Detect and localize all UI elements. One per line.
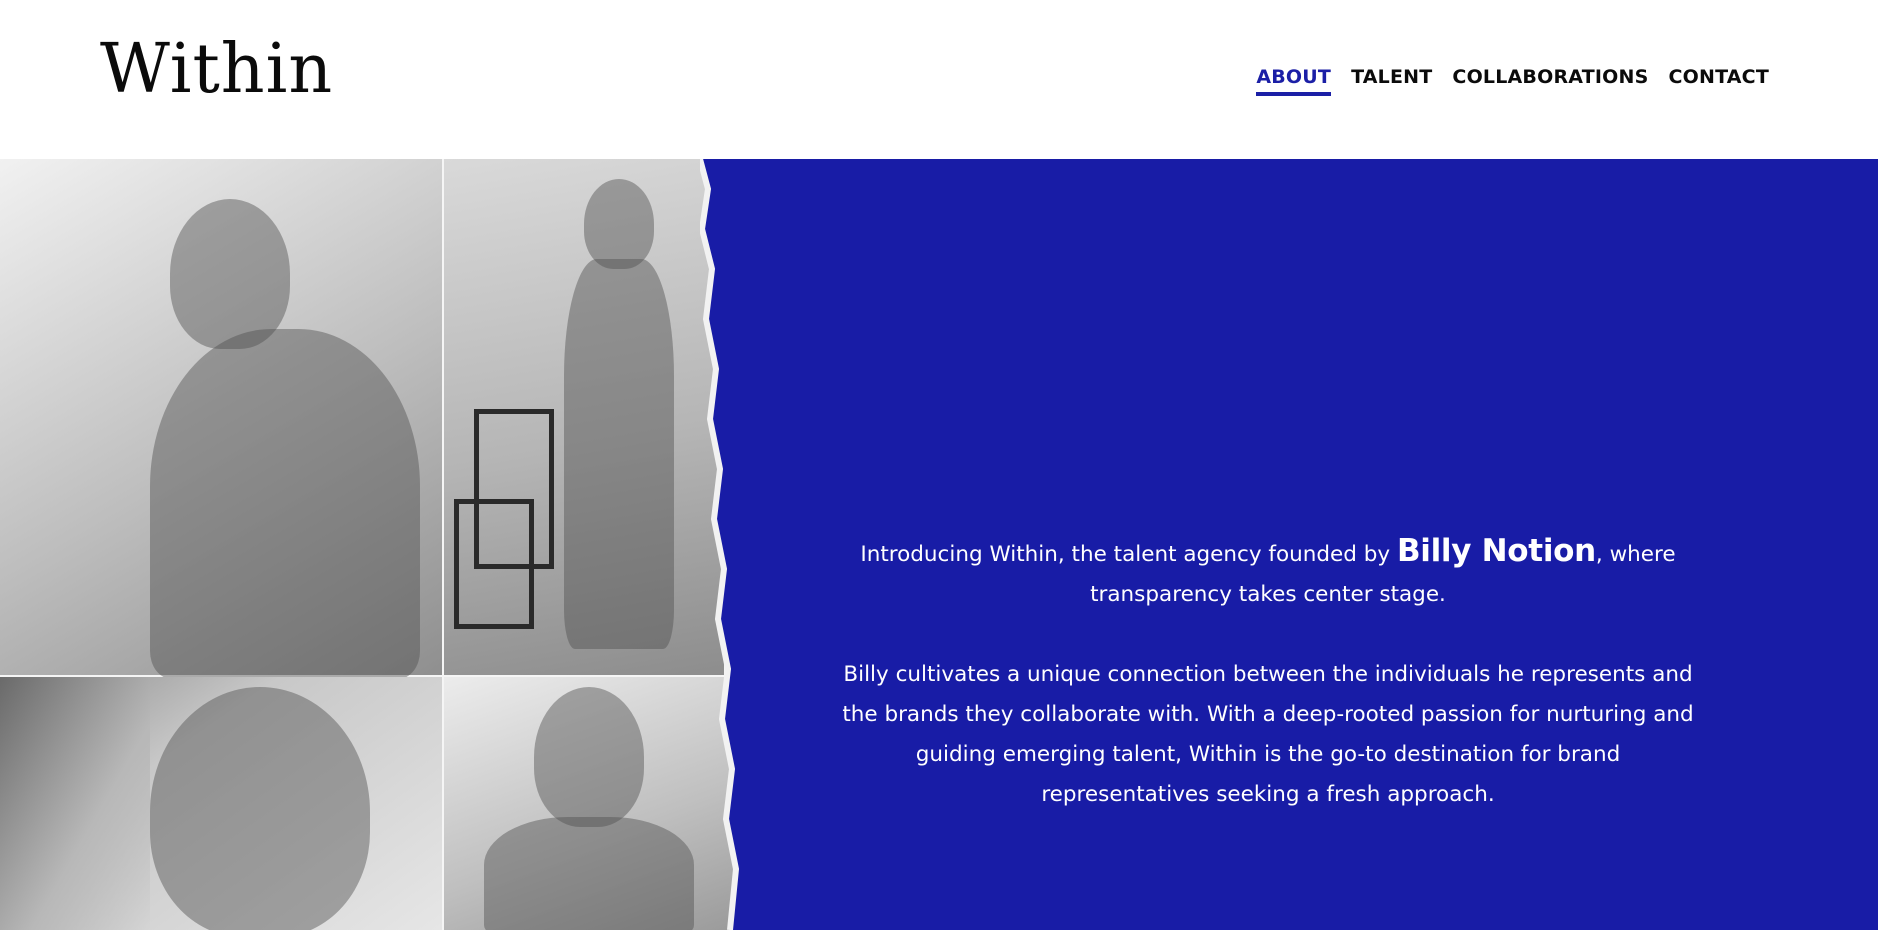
- nav-collaborations[interactable]: COLLABORATIONS: [1452, 66, 1648, 96]
- intro-before-name: Introducing Within, the talent agency fo…: [860, 542, 1397, 567]
- talent-photo-1: [0, 159, 444, 679]
- talent-photo-3: [0, 677, 444, 930]
- nav-talent[interactable]: TALENT: [1351, 66, 1432, 96]
- intro-text: Introducing Within, the talent agency fo…: [830, 531, 1706, 855]
- intro-paragraph: Introducing Within, the talent agency fo…: [830, 531, 1706, 615]
- nav-about[interactable]: ABOUT: [1256, 66, 1331, 96]
- torn-paper-edge: [700, 159, 760, 930]
- logo[interactable]: Within: [100, 36, 333, 104]
- main-nav: ABOUT TALENT COLLABORATIONS CONTACT: [1256, 66, 1769, 96]
- founder-name: Billy Notion: [1396, 533, 1596, 569]
- hero-section: Introducing Within, the talent agency fo…: [0, 159, 1878, 930]
- nav-contact[interactable]: CONTACT: [1669, 66, 1770, 96]
- photo-collage: [0, 159, 760, 930]
- site-header: Within ABOUT TALENT COLLABORATIONS CONTA…: [0, 0, 1878, 159]
- talent-photo-2: [444, 159, 726, 677]
- body-paragraph: Billy cultivates a unique connection bet…: [842, 662, 1694, 807]
